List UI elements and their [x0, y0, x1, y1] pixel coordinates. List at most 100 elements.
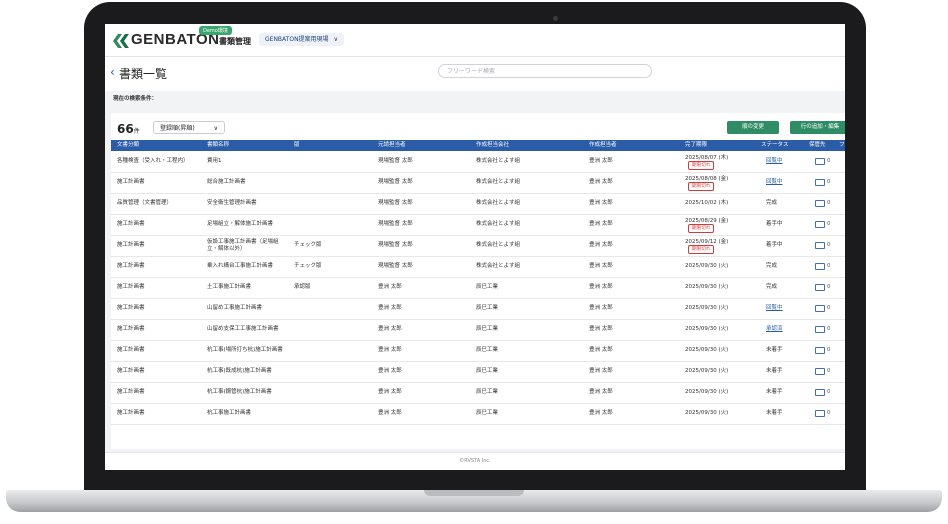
cell-category: 施工計画書	[117, 305, 145, 311]
header-author[interactable]: 作成担当者	[589, 140, 617, 151]
folder-icon[interactable]	[815, 326, 825, 333]
table-row[interactable]: 施工計画書 足場組立・解体施工計画書 現場監督 太郎 株式会社とよす組 豊洲 太郎 期限切…	[111, 214, 845, 236]
cell-gc: 豊洲 太郎	[378, 347, 402, 353]
footer: ©RVSTA Inc.	[105, 452, 845, 470]
document-table-card: 66件 登録順(昇順) ∨ 順の変更 行の追加・編集 文書分類 書類名称 版 元請…	[111, 113, 845, 449]
cell-name: 土工事施工計画書	[207, 284, 252, 290]
cell-author: 豊洲 太郎	[589, 221, 613, 227]
folder-icon[interactable]	[815, 242, 825, 249]
cell-author: 豊洲 太郎	[589, 368, 613, 374]
folder-icon[interactable]	[815, 389, 825, 396]
folder-icon[interactable]	[815, 305, 825, 312]
folder-icon[interactable]	[815, 410, 825, 417]
table-row[interactable]: 施工計画書 山留め工事施工計画書 豊洲 太郎 辰巳工業 豊洲 太郎 2025/09/30 …	[111, 298, 845, 320]
cell-status: 完成	[766, 200, 778, 206]
sort-select[interactable]: 登録順(昇順) ∨	[153, 121, 225, 134]
cell-category: 施工計画書	[117, 284, 145, 290]
cell-version: 承認版	[294, 284, 311, 290]
table-row[interactable]: 施工計画書 杭工事施工計画書 豊洲 太郎 辰巳工業 豊洲 太郎 2025/09/30 (火…	[111, 403, 845, 425]
folder-icon[interactable]	[815, 368, 825, 375]
file-count: 0	[827, 284, 831, 290]
cell-status[interactable]: 回覧中	[766, 298, 783, 319]
page-title: 書類一覧	[119, 67, 168, 81]
cell-company: 株式会社とよす組	[476, 200, 521, 206]
cell-version: チェック版	[294, 263, 322, 269]
table-row[interactable]: 施工計画書 杭工事(場所打ち杭)施工計画書 豊洲 太郎 辰巳工業 豊洲 太郎 2025/0…	[111, 340, 845, 362]
file-count: 0	[827, 158, 831, 164]
cell-status: 未着手	[766, 347, 783, 353]
cell-due: 2025/08/08 (金)	[685, 176, 729, 182]
table-row[interactable]: 施工計画書 総合施工計画書 現場監督 太郎 株式会社とよす組 豊洲 太郎 期限切れ 2025…	[111, 172, 845, 194]
header-gc[interactable]: 元請担当者	[378, 140, 406, 151]
header-more[interactable]: フ	[839, 140, 845, 151]
column-edit-button[interactable]: 行の追加・編集	[790, 121, 845, 134]
search-criteria-label: 現在の検索条件：	[113, 96, 158, 102]
header-storage[interactable]: 保管先	[809, 140, 826, 151]
file-count: 0	[827, 305, 831, 311]
cell-name: 杭工事施工計画書	[207, 410, 252, 416]
cell-gc: 豊洲 太郎	[378, 368, 402, 374]
cell-category: 施工計画書	[117, 368, 145, 374]
table-row[interactable]: 施工計画書 仮設工事施工計画書（足場組立・解体以外） チェック版 現場監督 太郎 株式会…	[111, 235, 845, 257]
cell-category: 施工計画書	[117, 221, 145, 227]
search-input[interactable]: フリーワード検索	[438, 64, 652, 78]
cell-version: チェック版	[294, 242, 322, 248]
folder-icon[interactable]	[815, 179, 825, 186]
file-count: 0	[827, 389, 831, 395]
cell-due: 2025/08/07 (木)	[685, 155, 729, 161]
chevron-down-icon: ∨	[213, 125, 218, 132]
cell-name: 山留め工事施工計画書	[207, 305, 263, 311]
header-category[interactable]: 文書分類	[117, 140, 139, 151]
file-count: 0	[827, 326, 831, 332]
cell-status[interactable]: 承認済	[766, 319, 783, 340]
site-selector[interactable]: GENBATON提案用現場 ∨	[259, 33, 344, 46]
cell-name: 足場組立・解体施工計画書	[207, 221, 274, 227]
header-status[interactable]: ステータス	[761, 140, 789, 151]
cell-category: 施工計画書	[117, 263, 145, 269]
cell-status: 着手中	[766, 221, 783, 227]
cell-author: 豊洲 太郎	[589, 263, 613, 269]
table-row[interactable]: 施工計画書 山留め支保工工事施工計画書 豊洲 太郎 辰巳工業 豊洲 太郎 2025/09/…	[111, 319, 845, 341]
cell-status[interactable]: 回覧中	[766, 151, 783, 172]
cell-author: 豊洲 太郎	[589, 284, 613, 290]
cell-gc: 現場監督 太郎	[378, 242, 413, 248]
cell-due: 2025/09/12 (金)	[685, 239, 729, 245]
folder-icon[interactable]	[815, 347, 825, 354]
folder-icon[interactable]	[815, 284, 825, 291]
header-name[interactable]: 書類名称	[207, 140, 229, 151]
cell-author: 豊洲 太郎	[589, 200, 613, 206]
site-selector-label: GENBATON提案用現場	[265, 36, 329, 43]
cell-gc: 現場監督 太郎	[378, 263, 413, 269]
table-row[interactable]: 施工計画書 杭工事(既成杭)施工計画書 豊洲 太郎 辰巳工業 豊洲 太郎 2025/09/…	[111, 361, 845, 383]
cell-name: 山留め支保工工事施工計画書	[207, 326, 279, 332]
cell-company: 株式会社とよす組	[476, 158, 521, 164]
cell-gc: 現場監督 太郎	[378, 179, 413, 185]
header-due[interactable]: 完了期限	[685, 140, 707, 151]
cell-due: 2025/09/30 (火)	[685, 389, 729, 395]
folder-icon[interactable]	[815, 158, 825, 165]
folder-icon[interactable]	[815, 221, 825, 228]
cell-gc: 現場監督 太郎	[378, 200, 413, 206]
overdue-badge: 期限切れ	[688, 224, 715, 233]
header-company[interactable]: 作成担当会社	[476, 140, 509, 151]
chevron-down-icon: ∨	[333, 36, 338, 43]
folder-icon[interactable]	[815, 200, 825, 207]
laptop-notch	[424, 490, 524, 496]
cell-company: 株式会社とよす組	[476, 179, 521, 185]
table-row[interactable]: 各種検査（受入れ・工程内） 費用1 現場監督 太郎 株式会社とよす組 豊洲 太郎 期限切れ…	[111, 151, 845, 173]
cell-due: 2025/09/30 (火)	[685, 347, 729, 353]
folder-icon[interactable]	[815, 263, 825, 270]
table-row[interactable]: 施工計画書 土工事施工計画書 承認版 豊洲 太郎 辰巳工業 豊洲 太郎 2025/09/30…	[111, 277, 845, 299]
logo-icon	[113, 34, 129, 48]
order-change-button[interactable]: 順の変更	[727, 121, 779, 134]
table-row[interactable]: 施工計画書 杭工事(鋼管杭)施工計画書 豊洲 太郎 辰巳工業 豊洲 太郎 2025/09/…	[111, 382, 845, 404]
cell-name: 費用1	[207, 158, 222, 164]
back-icon[interactable]: ‹	[110, 65, 115, 79]
table-row[interactable]: 品質管理（文書管理） 安全衛生管理計画書 現場監督 太郎 株式会社とよす組 豊洲 太郎 2…	[111, 193, 845, 215]
cell-due: 2025/09/30 (火)	[685, 284, 729, 290]
header-version[interactable]: 版	[294, 140, 300, 151]
cell-status[interactable]: 回覧中	[766, 172, 783, 193]
camera-icon	[553, 16, 558, 21]
cell-due: 2025/08/29 (金)	[685, 218, 729, 224]
table-row[interactable]: 施工計画書 乗入れ構台工事施工計画書 チェック版 現場監督 太郎 株式会社とよす組 豊洲 …	[111, 256, 845, 278]
